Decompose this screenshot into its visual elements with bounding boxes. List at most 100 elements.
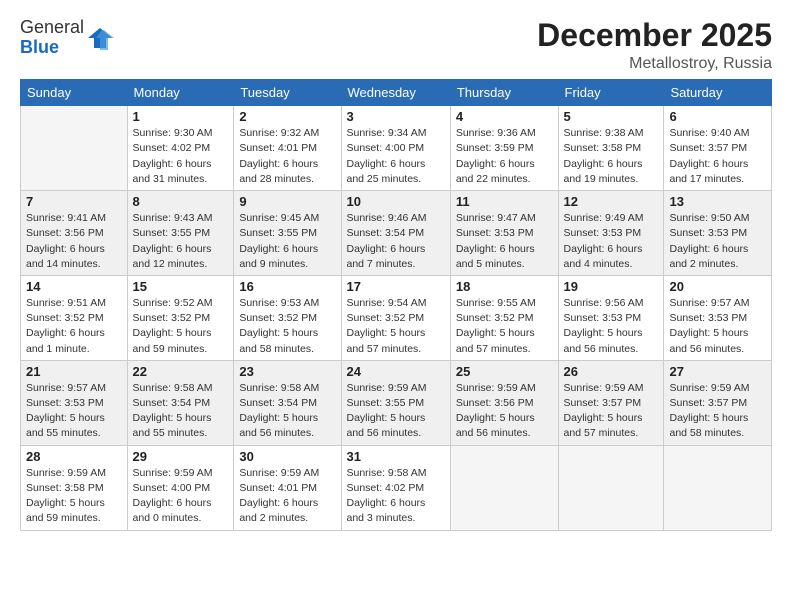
day-detail: Sunrise: 9:58 AM Sunset: 3:54 PM Dayligh… [239,381,335,442]
calendar-table: SundayMondayTuesdayWednesdayThursdayFrid… [20,79,772,530]
day-number: 11 [456,194,553,209]
week-row-2: 7 Sunrise: 9:41 AM Sunset: 3:56 PM Daylig… [21,191,772,276]
calendar-cell: 18Sunrise: 9:55 AM Sunset: 3:52 PM Dayli… [450,275,558,360]
day-detail: Sunrise: 9:52 AM Sunset: 3:52 PM Dayligh… [133,296,229,357]
day-detail: Sunrise: 9:36 AM Sunset: 3:59 PM Dayligh… [456,126,553,187]
day-detail: Sunrise: 9:58 AM Sunset: 3:54 PM Dayligh… [133,381,229,442]
day-number: 22 [133,364,229,379]
calendar-cell: 4 Sunrise: 9:36 AM Sunset: 3:59 PM Daylig… [450,106,558,191]
day-detail: Sunrise: 9:34 AM Sunset: 4:00 PM Dayligh… [347,126,445,187]
calendar-cell: 5 Sunrise: 9:38 AM Sunset: 3:58 PM Daylig… [558,106,664,191]
week-row-1: 1 Sunrise: 9:30 AM Sunset: 4:02 PM Daylig… [21,106,772,191]
day-number: 10 [347,194,445,209]
header: General Blue December 2025 Metallostroy,… [20,18,772,73]
day-number: 30 [239,449,335,464]
day-number: 4 [456,109,553,124]
col-header-monday: Monday [127,80,234,106]
day-number: 27 [669,364,766,379]
day-number: 31 [347,449,445,464]
day-number: 20 [669,279,766,294]
day-number: 7 [26,194,122,209]
calendar-cell [664,445,772,530]
col-header-thursday: Thursday [450,80,558,106]
day-number: 3 [347,109,445,124]
day-detail: Sunrise: 9:59 AM Sunset: 3:57 PM Dayligh… [669,381,766,442]
day-detail: Sunrise: 9:54 AM Sunset: 3:52 PM Dayligh… [347,296,445,357]
day-number: 16 [239,279,335,294]
day-number: 15 [133,279,229,294]
day-detail: Sunrise: 9:40 AM Sunset: 3:57 PM Dayligh… [669,126,766,187]
calendar-cell: 16 Sunrise: 9:53 AM Sunset: 3:52 PM Dayli… [234,275,341,360]
day-number: 2 [239,109,335,124]
day-detail: Sunrise: 9:58 AM Sunset: 4:02 PM Dayligh… [347,466,445,527]
day-detail: Sunrise: 9:59 AM Sunset: 4:01 PM Dayligh… [239,466,335,527]
calendar-cell: 15 Sunrise: 9:52 AM Sunset: 3:52 PM Dayli… [127,275,234,360]
month-title: December 2025 [537,18,772,53]
col-header-wednesday: Wednesday [341,80,450,106]
col-header-saturday: Saturday [664,80,772,106]
week-row-4: 21Sunrise: 9:57 AM Sunset: 3:53 PM Dayli… [21,360,772,445]
day-detail: Sunrise: 9:53 AM Sunset: 3:52 PM Dayligh… [239,296,335,357]
calendar-cell [21,106,128,191]
calendar-cell: 11Sunrise: 9:47 AM Sunset: 3:53 PM Dayli… [450,191,558,276]
title-block: December 2025 Metallostroy, Russia [537,18,772,73]
calendar-cell: 2 Sunrise: 9:32 AM Sunset: 4:01 PM Daylig… [234,106,341,191]
page: General Blue December 2025 Metallostroy,… [0,0,792,612]
day-detail: Sunrise: 9:38 AM Sunset: 3:58 PM Dayligh… [564,126,659,187]
calendar-cell: 23 Sunrise: 9:58 AM Sunset: 3:54 PM Dayli… [234,360,341,445]
calendar-cell: 19 Sunrise: 9:56 AM Sunset: 3:53 PM Dayli… [558,275,664,360]
day-number: 25 [456,364,553,379]
calendar-cell: 9Sunrise: 9:45 AM Sunset: 3:55 PM Daylig… [234,191,341,276]
day-detail: Sunrise: 9:50 AM Sunset: 3:53 PM Dayligh… [669,211,766,272]
week-row-5: 28Sunrise: 9:59 AM Sunset: 3:58 PM Dayli… [21,445,772,530]
week-row-3: 14Sunrise: 9:51 AM Sunset: 3:52 PM Dayli… [21,275,772,360]
calendar-header-row: SundayMondayTuesdayWednesdayThursdayFrid… [21,80,772,106]
calendar-cell: 20 Sunrise: 9:57 AM Sunset: 3:53 PM Dayli… [664,275,772,360]
calendar-cell: 6 Sunrise: 9:40 AM Sunset: 3:57 PM Daylig… [664,106,772,191]
calendar-cell: 7 Sunrise: 9:41 AM Sunset: 3:56 PM Daylig… [21,191,128,276]
day-detail: Sunrise: 9:56 AM Sunset: 3:53 PM Dayligh… [564,296,659,357]
day-detail: Sunrise: 9:59 AM Sunset: 3:57 PM Dayligh… [564,381,659,442]
day-detail: Sunrise: 9:32 AM Sunset: 4:01 PM Dayligh… [239,126,335,187]
calendar-cell: 25 Sunrise: 9:59 AM Sunset: 3:56 PM Dayli… [450,360,558,445]
day-detail: Sunrise: 9:51 AM Sunset: 3:52 PM Dayligh… [26,296,122,357]
calendar-cell: 8 Sunrise: 9:43 AM Sunset: 3:55 PM Daylig… [127,191,234,276]
day-number: 29 [133,449,229,464]
day-detail: Sunrise: 9:30 AM Sunset: 4:02 PM Dayligh… [133,126,229,187]
day-number: 1 [133,109,229,124]
calendar-cell: 22 Sunrise: 9:58 AM Sunset: 3:54 PM Dayli… [127,360,234,445]
calendar-cell: 31 Sunrise: 9:58 AM Sunset: 4:02 PM Dayli… [341,445,450,530]
col-header-sunday: Sunday [21,80,128,106]
day-number: 8 [133,194,229,209]
logo-icon [86,24,114,52]
day-detail: Sunrise: 9:57 AM Sunset: 3:53 PM Dayligh… [26,381,122,442]
calendar-cell: 13 Sunrise: 9:50 AM Sunset: 3:53 PM Dayli… [664,191,772,276]
day-number: 19 [564,279,659,294]
calendar-cell: 14Sunrise: 9:51 AM Sunset: 3:52 PM Dayli… [21,275,128,360]
calendar-cell: 10 Sunrise: 9:46 AM Sunset: 3:54 PM Dayli… [341,191,450,276]
calendar-cell [558,445,664,530]
logo: General Blue [20,18,114,58]
col-header-friday: Friday [558,80,664,106]
day-detail: Sunrise: 9:57 AM Sunset: 3:53 PM Dayligh… [669,296,766,357]
calendar-cell: 3 Sunrise: 9:34 AM Sunset: 4:00 PM Daylig… [341,106,450,191]
day-detail: Sunrise: 9:46 AM Sunset: 3:54 PM Dayligh… [347,211,445,272]
day-number: 24 [347,364,445,379]
calendar-cell: 26Sunrise: 9:59 AM Sunset: 3:57 PM Dayli… [558,360,664,445]
location-subtitle: Metallostroy, Russia [537,55,772,73]
day-number: 9 [239,194,335,209]
day-detail: Sunrise: 9:43 AM Sunset: 3:55 PM Dayligh… [133,211,229,272]
day-detail: Sunrise: 9:59 AM Sunset: 3:55 PM Dayligh… [347,381,445,442]
calendar-cell: 12Sunrise: 9:49 AM Sunset: 3:53 PM Dayli… [558,191,664,276]
day-detail: Sunrise: 9:49 AM Sunset: 3:53 PM Dayligh… [564,211,659,272]
day-number: 28 [26,449,122,464]
calendar-cell: 28Sunrise: 9:59 AM Sunset: 3:58 PM Dayli… [21,445,128,530]
day-detail: Sunrise: 9:41 AM Sunset: 3:56 PM Dayligh… [26,211,122,272]
day-number: 6 [669,109,766,124]
calendar-cell: 24 Sunrise: 9:59 AM Sunset: 3:55 PM Dayli… [341,360,450,445]
day-number: 5 [564,109,659,124]
day-detail: Sunrise: 9:59 AM Sunset: 3:56 PM Dayligh… [456,381,553,442]
day-number: 13 [669,194,766,209]
day-detail: Sunrise: 9:55 AM Sunset: 3:52 PM Dayligh… [456,296,553,357]
day-number: 23 [239,364,335,379]
